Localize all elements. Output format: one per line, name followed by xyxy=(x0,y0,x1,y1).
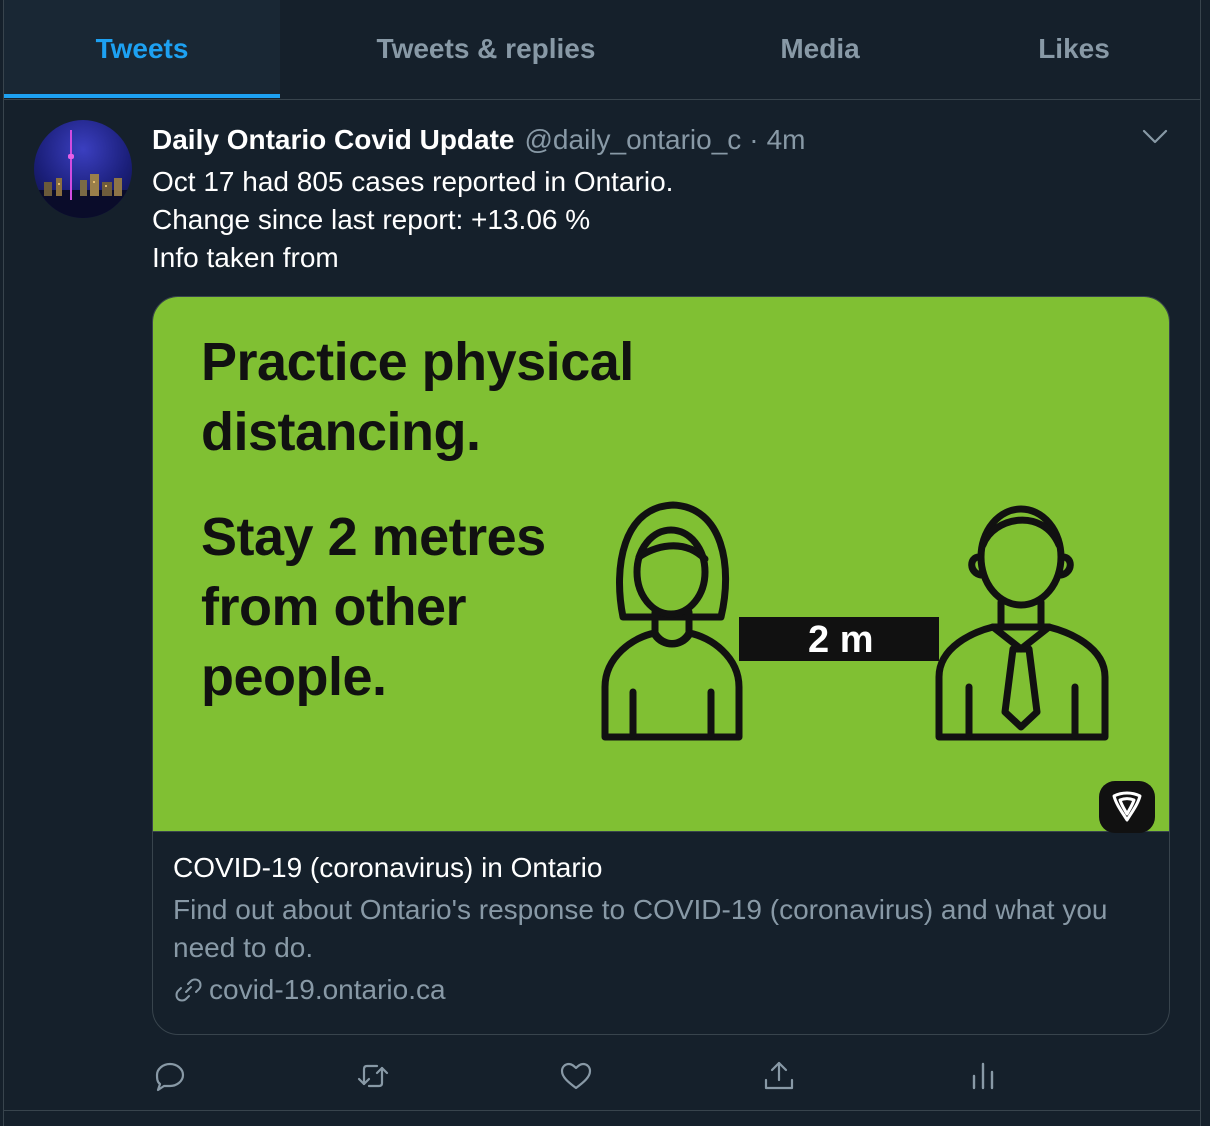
avatar[interactable] xyxy=(34,120,132,218)
image-subheading: Stay 2 metres from other people. xyxy=(201,502,546,712)
tab-tweets[interactable]: Tweets xyxy=(4,0,280,98)
retweet-icon[interactable] xyxy=(355,1058,391,1094)
city-skyline-avatar-image xyxy=(34,130,132,218)
image-subheading-line: from other xyxy=(201,577,466,637)
image-heading-line: distancing. xyxy=(201,402,481,462)
author-handle[interactable]: @daily_ontario_c xyxy=(525,124,742,156)
reply-icon[interactable] xyxy=(152,1058,188,1094)
profile-tabs: Tweets Tweets & replies Media Likes xyxy=(4,0,1200,100)
ontario-trillium-logo-icon xyxy=(1099,781,1155,833)
card-link-text[interactable]: covid-19.ontario.ca xyxy=(209,971,446,1009)
image-subheading-line: people. xyxy=(201,647,387,707)
image-heading-line: Practice physical xyxy=(201,332,634,392)
author-name[interactable]: Daily Ontario Covid Update xyxy=(152,124,515,156)
tweet-header: Daily Ontario Covid Update @daily_ontari… xyxy=(152,121,806,159)
tweet-time[interactable]: 4m xyxy=(767,124,806,156)
chevron-down-icon[interactable] xyxy=(1140,122,1170,152)
tab-likes[interactable]: Likes xyxy=(948,0,1200,98)
tweet-text-line: Info taken from xyxy=(152,242,339,273)
card-description: Find out about Ontario's response to COV… xyxy=(173,894,1108,963)
distance-label: 2 m xyxy=(808,619,874,661)
tab-media[interactable]: Media xyxy=(692,0,948,98)
share-icon[interactable] xyxy=(761,1058,797,1094)
physical-distancing-illustration xyxy=(601,501,1109,741)
card-link[interactable]: covid-19.ontario.ca xyxy=(173,971,1153,1009)
tab-tweets-and-replies[interactable]: Tweets & replies xyxy=(280,0,692,98)
tweet-divider xyxy=(4,1110,1200,1111)
link-icon xyxy=(175,978,202,1002)
card-image: Practice physical distancing. Stay 2 met… xyxy=(153,297,1169,833)
tweet-text: Oct 17 had 805 cases reported in Ontario… xyxy=(152,163,673,277)
tweet-text-line: Oct 17 had 805 cases reported in Ontario… xyxy=(152,166,674,197)
image-subheading-line: Stay 2 metres xyxy=(201,507,546,567)
analytics-icon[interactable] xyxy=(965,1058,1001,1094)
card-body: COVID-19 (coronavirus) in Ontario Find o… xyxy=(173,849,1153,1009)
image-heading: Practice physical distancing. xyxy=(201,327,634,467)
separator-dot: · xyxy=(749,124,759,155)
card-title: COVID-19 (coronavirus) in Ontario xyxy=(173,852,603,883)
tweet-text-line: Change since last report: +13.06 % xyxy=(152,204,591,235)
like-icon[interactable] xyxy=(558,1058,594,1094)
link-preview-card[interactable]: Practice physical distancing. Stay 2 met… xyxy=(152,296,1170,1035)
